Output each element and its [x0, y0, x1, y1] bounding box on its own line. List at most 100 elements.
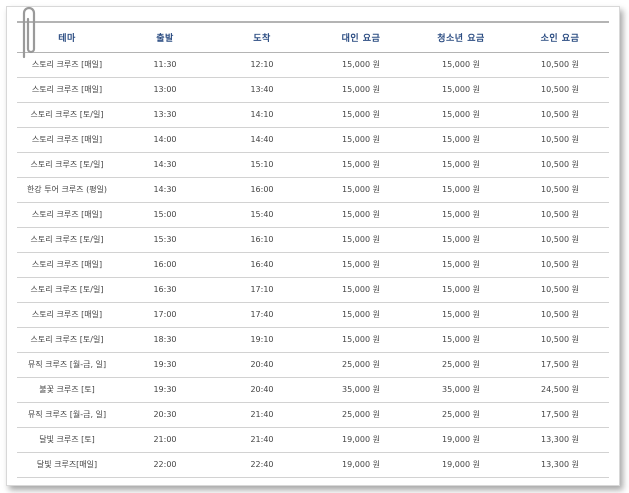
cell-child-fare: 10,500 원: [541, 85, 579, 94]
cell-departure: 19:30: [153, 360, 177, 369]
cell-arrival: 21:40: [250, 435, 274, 444]
cell-theme: 스토리 크루즈 [매일]: [31, 210, 103, 219]
cell-child-fare: 10,500 원: [541, 260, 579, 269]
cell-youth-fare: 15,000 원: [442, 310, 480, 319]
header-departure: 출발: [156, 33, 174, 44]
cruise-schedule-table: 테마 출발 도착 대인 요금 청소년 요금 소인 요금 스토리 크루즈 [매일]…: [17, 21, 609, 478]
table-row: 스토리 크루즈 [토/일] 16:30 17:10 15,000 원 15,000 원 1…: [17, 277, 609, 302]
cell-departure: 15:30: [153, 235, 177, 244]
cell-youth-fare: 15,000 원: [442, 110, 480, 119]
cell-youth-fare: 15,000 원: [442, 335, 480, 344]
cell-arrival: 15:40: [250, 210, 274, 219]
cell-adult-fare: 19,000 원: [342, 435, 380, 444]
cell-arrival: 16:10: [250, 235, 274, 244]
cell-youth-fare: 35,000 원: [442, 385, 480, 394]
cell-adult-fare: 15,000 원: [342, 135, 380, 144]
cell-arrival: 20:40: [250, 385, 274, 394]
cell-adult-fare: 25,000 원: [342, 410, 380, 419]
cell-adult-fare: 15,000 원: [342, 260, 380, 269]
cell-adult-fare: 15,000 원: [342, 310, 380, 319]
header-arrival: 도착: [253, 33, 271, 44]
table-row: 스토리 크루즈 [매일] 16:00 16:40 15,000 원 15,000 원 10…: [17, 252, 609, 277]
cell-arrival: 13:40: [250, 85, 274, 94]
cell-arrival: 12:10: [250, 60, 274, 69]
cell-departure: 16:00: [153, 260, 177, 269]
cell-youth-fare: 15,000 원: [442, 135, 480, 144]
cell-youth-fare: 19,000 원: [442, 435, 480, 444]
cell-child-fare: 13,300 원: [541, 460, 579, 469]
cell-departure: 15:00: [153, 210, 177, 219]
cell-child-fare: 10,500 원: [541, 185, 579, 194]
cell-arrival: 14:10: [250, 110, 274, 119]
cell-adult-fare: 15,000 원: [342, 285, 380, 294]
cell-child-fare: 10,500 원: [541, 285, 579, 294]
cell-youth-fare: 15,000 원: [442, 160, 480, 169]
cell-departure: 13:00: [153, 85, 177, 94]
cell-child-fare: 10,500 원: [541, 110, 579, 119]
cell-theme: 달빛 크루즈[매일]: [36, 460, 98, 469]
table-row: 뮤직 크루즈 [월-금, 일] 19:30 20:40 25,000 원 25,000 …: [17, 352, 609, 377]
cell-departure: 11:30: [153, 60, 177, 69]
table-row: 달빛 크루즈 [토] 21:00 21:40 19,000 원 19,000 원 13,3…: [17, 427, 609, 452]
cell-adult-fare: 15,000 원: [342, 110, 380, 119]
cell-adult-fare: 35,000 원: [342, 385, 380, 394]
cell-arrival: 17:10: [250, 285, 274, 294]
table-row: 스토리 크루즈 [매일] 15:00 15:40 15,000 원 15,000 원 10…: [17, 202, 609, 227]
cell-departure: 13:30: [153, 110, 177, 119]
schedule-frame: 테마 출발 도착 대인 요금 청소년 요금 소인 요금 스토리 크루즈 [매일]…: [6, 6, 620, 486]
cell-theme: 스토리 크루즈 [토/일]: [30, 335, 104, 344]
cell-child-fare: 10,500 원: [541, 160, 579, 169]
cell-theme: 뮤직 크루즈 [월-금, 일]: [27, 360, 107, 369]
paperclip-icon: [22, 6, 36, 59]
header-child-fare: 소인 요금: [540, 33, 580, 44]
cell-departure: 17:00: [153, 310, 177, 319]
cell-child-fare: 10,500 원: [541, 210, 579, 219]
table-row: 스토리 크루즈 [토/일] 15:30 16:10 15,000 원 15,000 원 1…: [17, 227, 609, 252]
cell-youth-fare: 15,000 원: [442, 210, 480, 219]
cell-arrival: 16:00: [250, 185, 274, 194]
cell-theme: 달빛 크루즈 [토]: [39, 435, 95, 444]
cell-adult-fare: 15,000 원: [342, 210, 380, 219]
cell-adult-fare: 25,000 원: [342, 360, 380, 369]
cell-arrival: 15:10: [250, 160, 274, 169]
cell-adult-fare: 15,000 원: [342, 335, 380, 344]
cell-youth-fare: 25,000 원: [442, 410, 480, 419]
cell-arrival: 19:10: [250, 335, 274, 344]
cell-youth-fare: 19,000 원: [442, 460, 480, 469]
cell-adult-fare: 15,000 원: [342, 235, 380, 244]
table-row: 스토리 크루즈 [매일] 17:00 17:40 15,000 원 15,000 원 10…: [17, 302, 609, 327]
cell-theme: 스토리 크루즈 [토/일]: [30, 285, 104, 294]
cell-arrival: 21:40: [250, 410, 274, 419]
table-row: 스토리 크루즈 [매일] 11:30 12:10 15,000 원 15,000 원 10…: [17, 52, 609, 77]
cell-arrival: 14:40: [250, 135, 274, 144]
cell-theme: 뮤직 크루즈 [월-금, 일]: [27, 410, 107, 419]
cell-theme: 스토리 크루즈 [토/일]: [30, 110, 104, 119]
table-row: 스토리 크루즈 [매일] 13:00 13:40 15,000 원 15,000 원 10…: [17, 77, 609, 102]
cell-arrival: 22:40: [250, 460, 274, 469]
table-row: 스토리 크루즈 [매일] 14:00 14:40 15,000 원 15,000 원 10…: [17, 127, 609, 152]
cell-departure: 20:30: [153, 410, 177, 419]
header-adult-fare: 대인 요금: [341, 33, 381, 44]
cell-youth-fare: 25,000 원: [442, 360, 480, 369]
cell-child-fare: 17,500 원: [541, 410, 579, 419]
cell-theme: 불꽃 크루즈 [토]: [39, 385, 95, 394]
cell-adult-fare: 15,000 원: [342, 85, 380, 94]
cell-arrival: 20:40: [250, 360, 274, 369]
table-row: 뮤직 크루즈 [월-금, 일] 20:30 21:40 25,000 원 25,000 …: [17, 402, 609, 427]
table-row: 스토리 크루즈 [토/일] 14:30 15:10 15,000 원 15,000 원 1…: [17, 152, 609, 177]
table-header-row: 테마 출발 도착 대인 요금 청소년 요금 소인 요금: [17, 22, 609, 52]
cell-theme: 스토리 크루즈 [토/일]: [30, 160, 104, 169]
header-youth-fare: 청소년 요금: [437, 33, 485, 44]
cell-youth-fare: 15,000 원: [442, 185, 480, 194]
cell-child-fare: 17,500 원: [541, 360, 579, 369]
cell-adult-fare: 15,000 원: [342, 60, 380, 69]
cell-arrival: 16:40: [250, 260, 274, 269]
cell-child-fare: 10,500 원: [541, 135, 579, 144]
cell-theme: 스토리 크루즈 [토/일]: [30, 235, 104, 244]
cell-adult-fare: 15,000 원: [342, 185, 380, 194]
cell-departure: 18:30: [153, 335, 177, 344]
cell-child-fare: 10,500 원: [541, 335, 579, 344]
cell-departure: 14:30: [153, 185, 177, 194]
cell-child-fare: 10,500 원: [541, 60, 579, 69]
table-row: 스토리 크루즈 [토/일] 13:30 14:10 15,000 원 15,000 원 1…: [17, 102, 609, 127]
